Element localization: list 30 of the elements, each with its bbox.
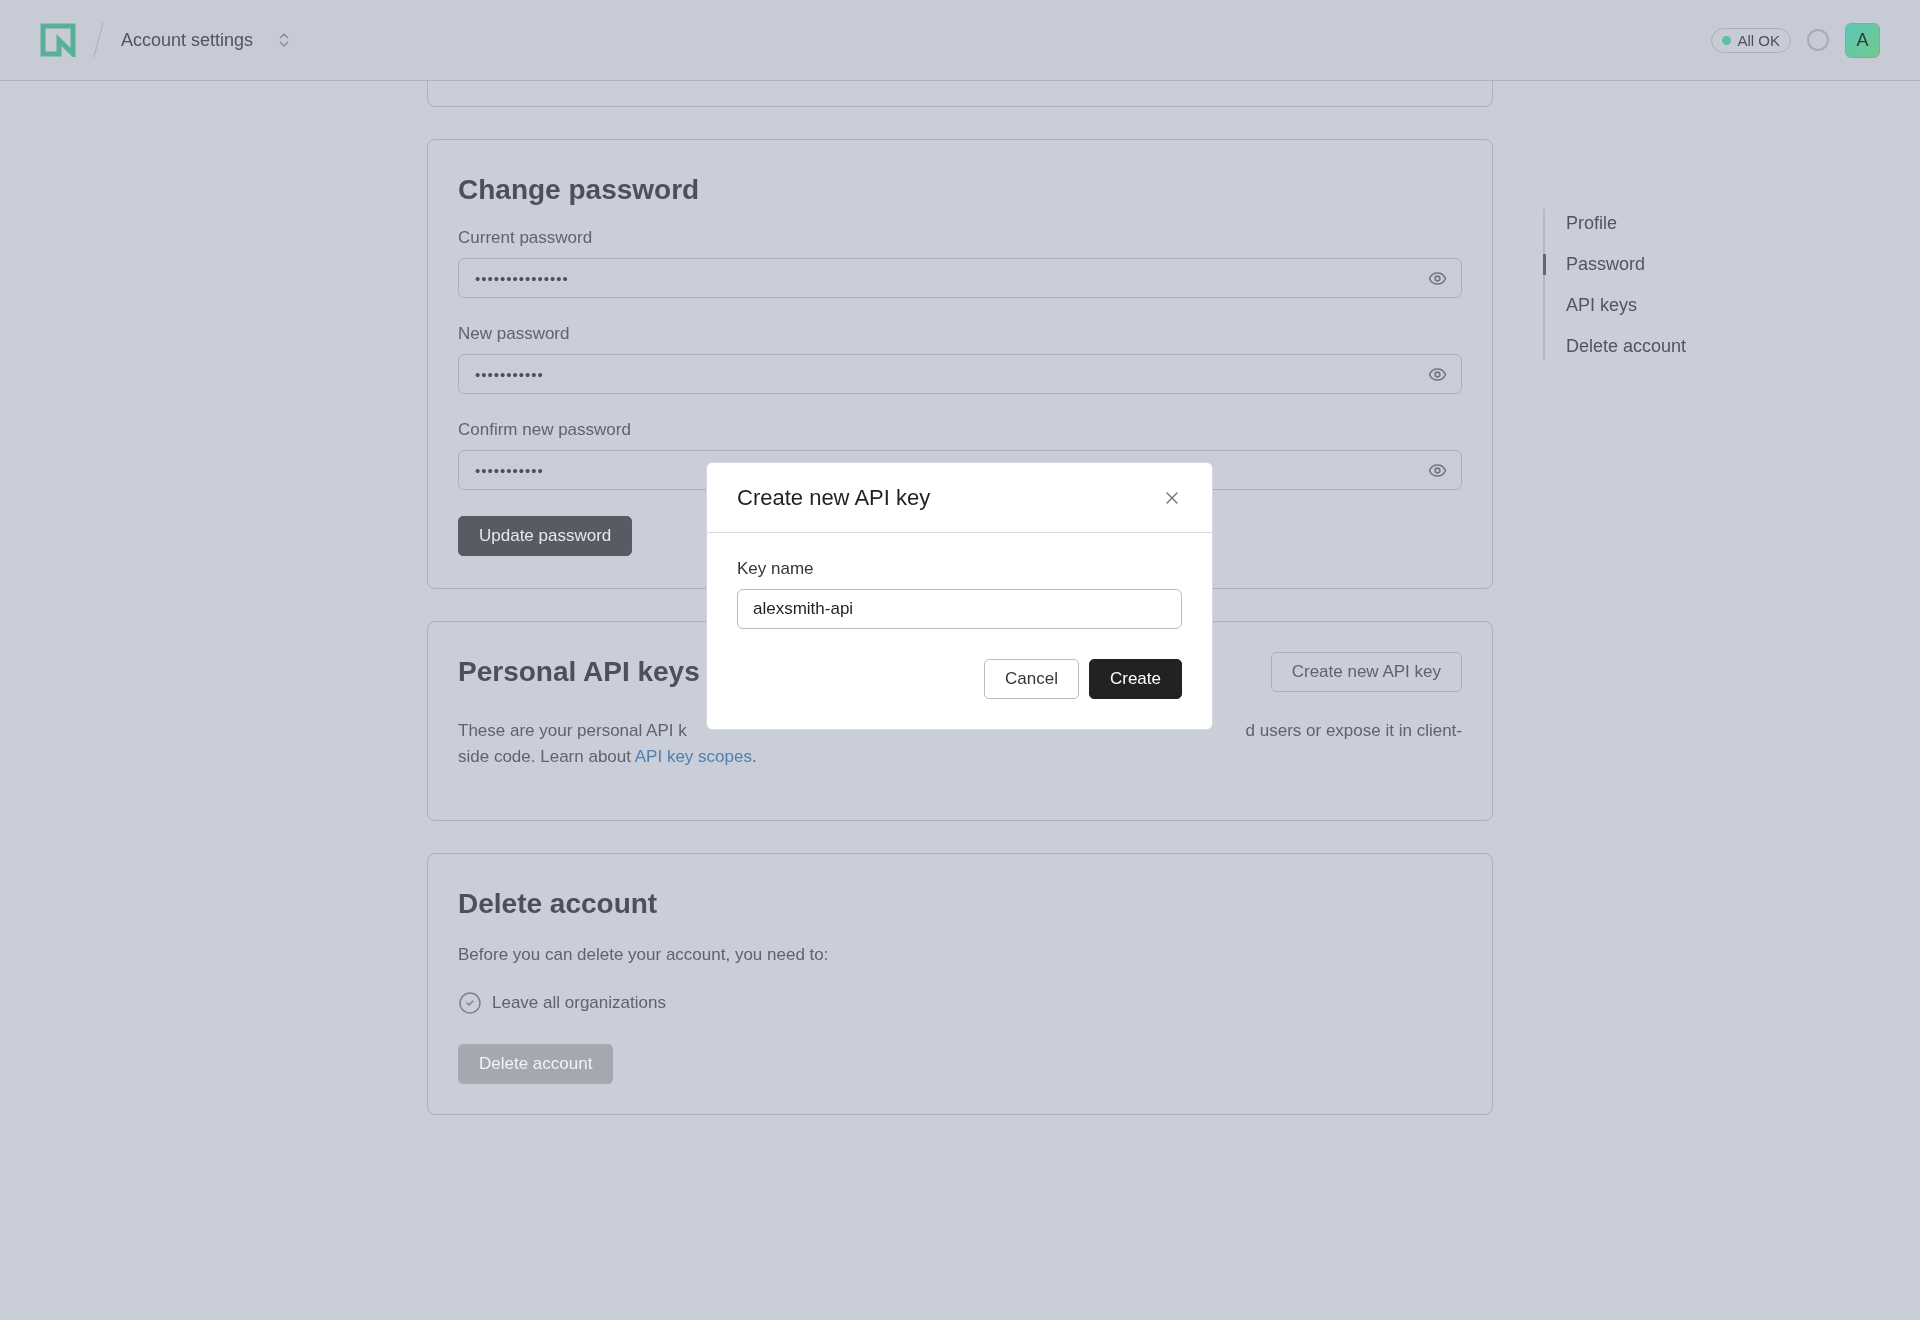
dialog-button[interactable]: Cancel <box>984 659 1079 699</box>
description-text: side code. Learn about API key scopes. <box>458 746 758 768</box>
description-text: These are your personal API k <box>458 720 687 742</box>
requirement-text: Leave all organizations <box>492 992 666 1014</box>
field-label: New password <box>458 324 571 344</box>
scopes-link[interactable]: API key scopes <box>634 747 752 766</box>
card-title: Change password <box>458 174 701 206</box>
update-password-button[interactable]: Update password <box>458 516 633 556</box>
password-field[interactable]: ••••••••••••••• <box>458 258 1462 298</box>
status-label: All OK <box>1737 31 1780 49</box>
breadcrumb[interactable]: Account settings <box>121 29 254 51</box>
toc-item[interactable]: Profile <box>1543 213 1687 234</box>
create-key-button[interactable]: Create new API key <box>1270 652 1462 692</box>
toc-item[interactable]: API keys <box>1543 295 1687 316</box>
toc-item[interactable]: Delete account <box>1543 336 1687 357</box>
description-text: Before you can delete your account, you need to: <box>458 944 830 966</box>
loading-spinner <box>1807 29 1829 51</box>
card-title: Delete account <box>458 888 659 920</box>
dialog-title: Create new API key <box>737 484 931 511</box>
dialog-button[interactable]: Create <box>1088 659 1182 699</box>
avatar[interactable]: A <box>1845 22 1880 58</box>
field-label: Current password <box>458 228 594 248</box>
field-label: Key name <box>737 559 815 579</box>
key-name-field[interactable]: alexsmith-api <box>737 589 1182 629</box>
logo-icon[interactable] <box>40 23 76 57</box>
toc-item[interactable]: Password <box>1543 254 1687 275</box>
field-label: Confirm new password <box>458 420 632 440</box>
password-field[interactable]: ••••••••••• <box>458 354 1462 394</box>
description-text: d users or expose it in client- <box>1245 720 1462 742</box>
card-title: Personal API keys <box>458 656 700 688</box>
